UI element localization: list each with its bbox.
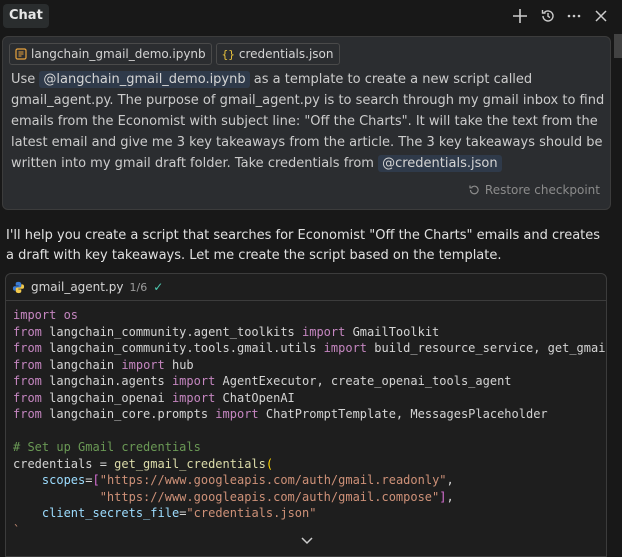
plus-icon: [513, 9, 527, 23]
attachment-label: credentials.json: [238, 47, 334, 61]
code-token: client_secrets_file: [41, 506, 180, 520]
close-button[interactable]: [590, 5, 612, 27]
code-token: langchain_openai: [41, 390, 172, 405]
python-icon: [12, 281, 25, 293]
code-line: import os: [13, 308, 79, 322]
code-token: langchain: [41, 357, 122, 372]
attachment-notebook[interactable]: langchain_gmail_demo.ipynb: [9, 43, 212, 65]
check-icon: ✓: [153, 280, 164, 294]
close-icon: [595, 10, 607, 22]
history-icon: [541, 10, 554, 22]
new-chat-button[interactable]: [509, 5, 531, 27]
restore-label: Restore checkpoint: [484, 183, 600, 197]
code-filename: gmail_agent.py: [31, 280, 124, 294]
code-token: import: [323, 341, 368, 355]
code-token: "https://www.googleapis.com/auth/gmail.r…: [99, 473, 447, 487]
user-message[interactable]: langchain_gmail_demo.ipynb {} credential…: [2, 36, 611, 210]
code-token: import: [171, 390, 216, 405]
code-token: langchain_community.agent_toolkits: [41, 324, 302, 339]
code-token: scopes: [41, 473, 86, 487]
code-token: langchain_core.prompts: [41, 407, 216, 421]
user-message-text: Use @langchain_gmail_demo.ipynb as a tem…: [11, 69, 609, 174]
code-counter: 1/6: [129, 280, 148, 294]
mention-notebook[interactable]: @langchain_gmail_demo.ipynb: [39, 71, 250, 88]
scrollbar-thumb[interactable]: [614, 34, 622, 58]
code-comment: # Set up Gmail credentials: [13, 440, 201, 454]
attachment-json[interactable]: {} credentials.json: [215, 43, 340, 65]
code-token: langchain_community.tools.gmail.utils: [41, 341, 324, 355]
code-token: langchain.agents: [41, 374, 172, 388]
code-token: import: [121, 357, 165, 372]
more-button[interactable]: [563, 5, 585, 27]
more-icon: [567, 14, 581, 18]
history-button[interactable]: [537, 5, 559, 27]
code-token: import: [171, 374, 216, 388]
code-token: AgentExecutor, create_openai_tools_agent: [215, 374, 512, 388]
code-token: "https://www.googleapis.com/auth/gmail.c…: [99, 489, 440, 504]
code-token: `: [13, 522, 21, 537]
mention-credentials[interactable]: @credentials.json: [378, 155, 502, 172]
code-token: get_gmail_credentials: [114, 456, 266, 471]
chat-tab[interactable]: Chat: [3, 4, 49, 28]
message-text: Use: [11, 72, 40, 87]
restore-checkpoint-button[interactable]: Restore checkpoint: [468, 183, 600, 197]
code-token: build_resource_service, get_gmail_cr: [374, 341, 606, 355]
code-token: ChatOpenAI: [215, 390, 295, 405]
code-block: gmail_agent.py 1/6 ✓ import os from lang…: [5, 273, 607, 557]
code-token: from: [13, 407, 42, 421]
code-token: from: [13, 324, 42, 339]
attachments: langchain_gmail_demo.ipynb {} credential…: [9, 43, 340, 65]
restore-icon: [469, 185, 479, 195]
code-content[interactable]: import os from langchain_community.agent…: [6, 301, 606, 538]
code-token: hub: [164, 357, 194, 372]
chat-header: Chat: [0, 0, 622, 32]
code-token: from: [13, 374, 42, 388]
code-token: "credentials.json": [186, 506, 317, 520]
code-token: ChatPromptTemplate, MessagesPlaceholder: [258, 407, 548, 421]
attachment-label: langchain_gmail_demo.ipynb: [31, 47, 206, 61]
code-token: GmailToolkit: [345, 324, 440, 339]
json-icon: {}: [221, 47, 235, 61]
chevron-down-icon[interactable]: [300, 536, 314, 546]
code-token: import: [215, 407, 259, 421]
code-token: import: [302, 324, 346, 339]
code-token: from: [13, 357, 42, 372]
assistant-reply: I'll help you create a script that searc…: [6, 228, 601, 263]
code-token: from: [13, 341, 42, 355]
code-block-header[interactable]: gmail_agent.py 1/6 ✓: [6, 274, 606, 301]
code-token: from: [13, 390, 42, 405]
code-token: credentials =: [13, 456, 115, 471]
notebook-icon: [15, 48, 27, 60]
